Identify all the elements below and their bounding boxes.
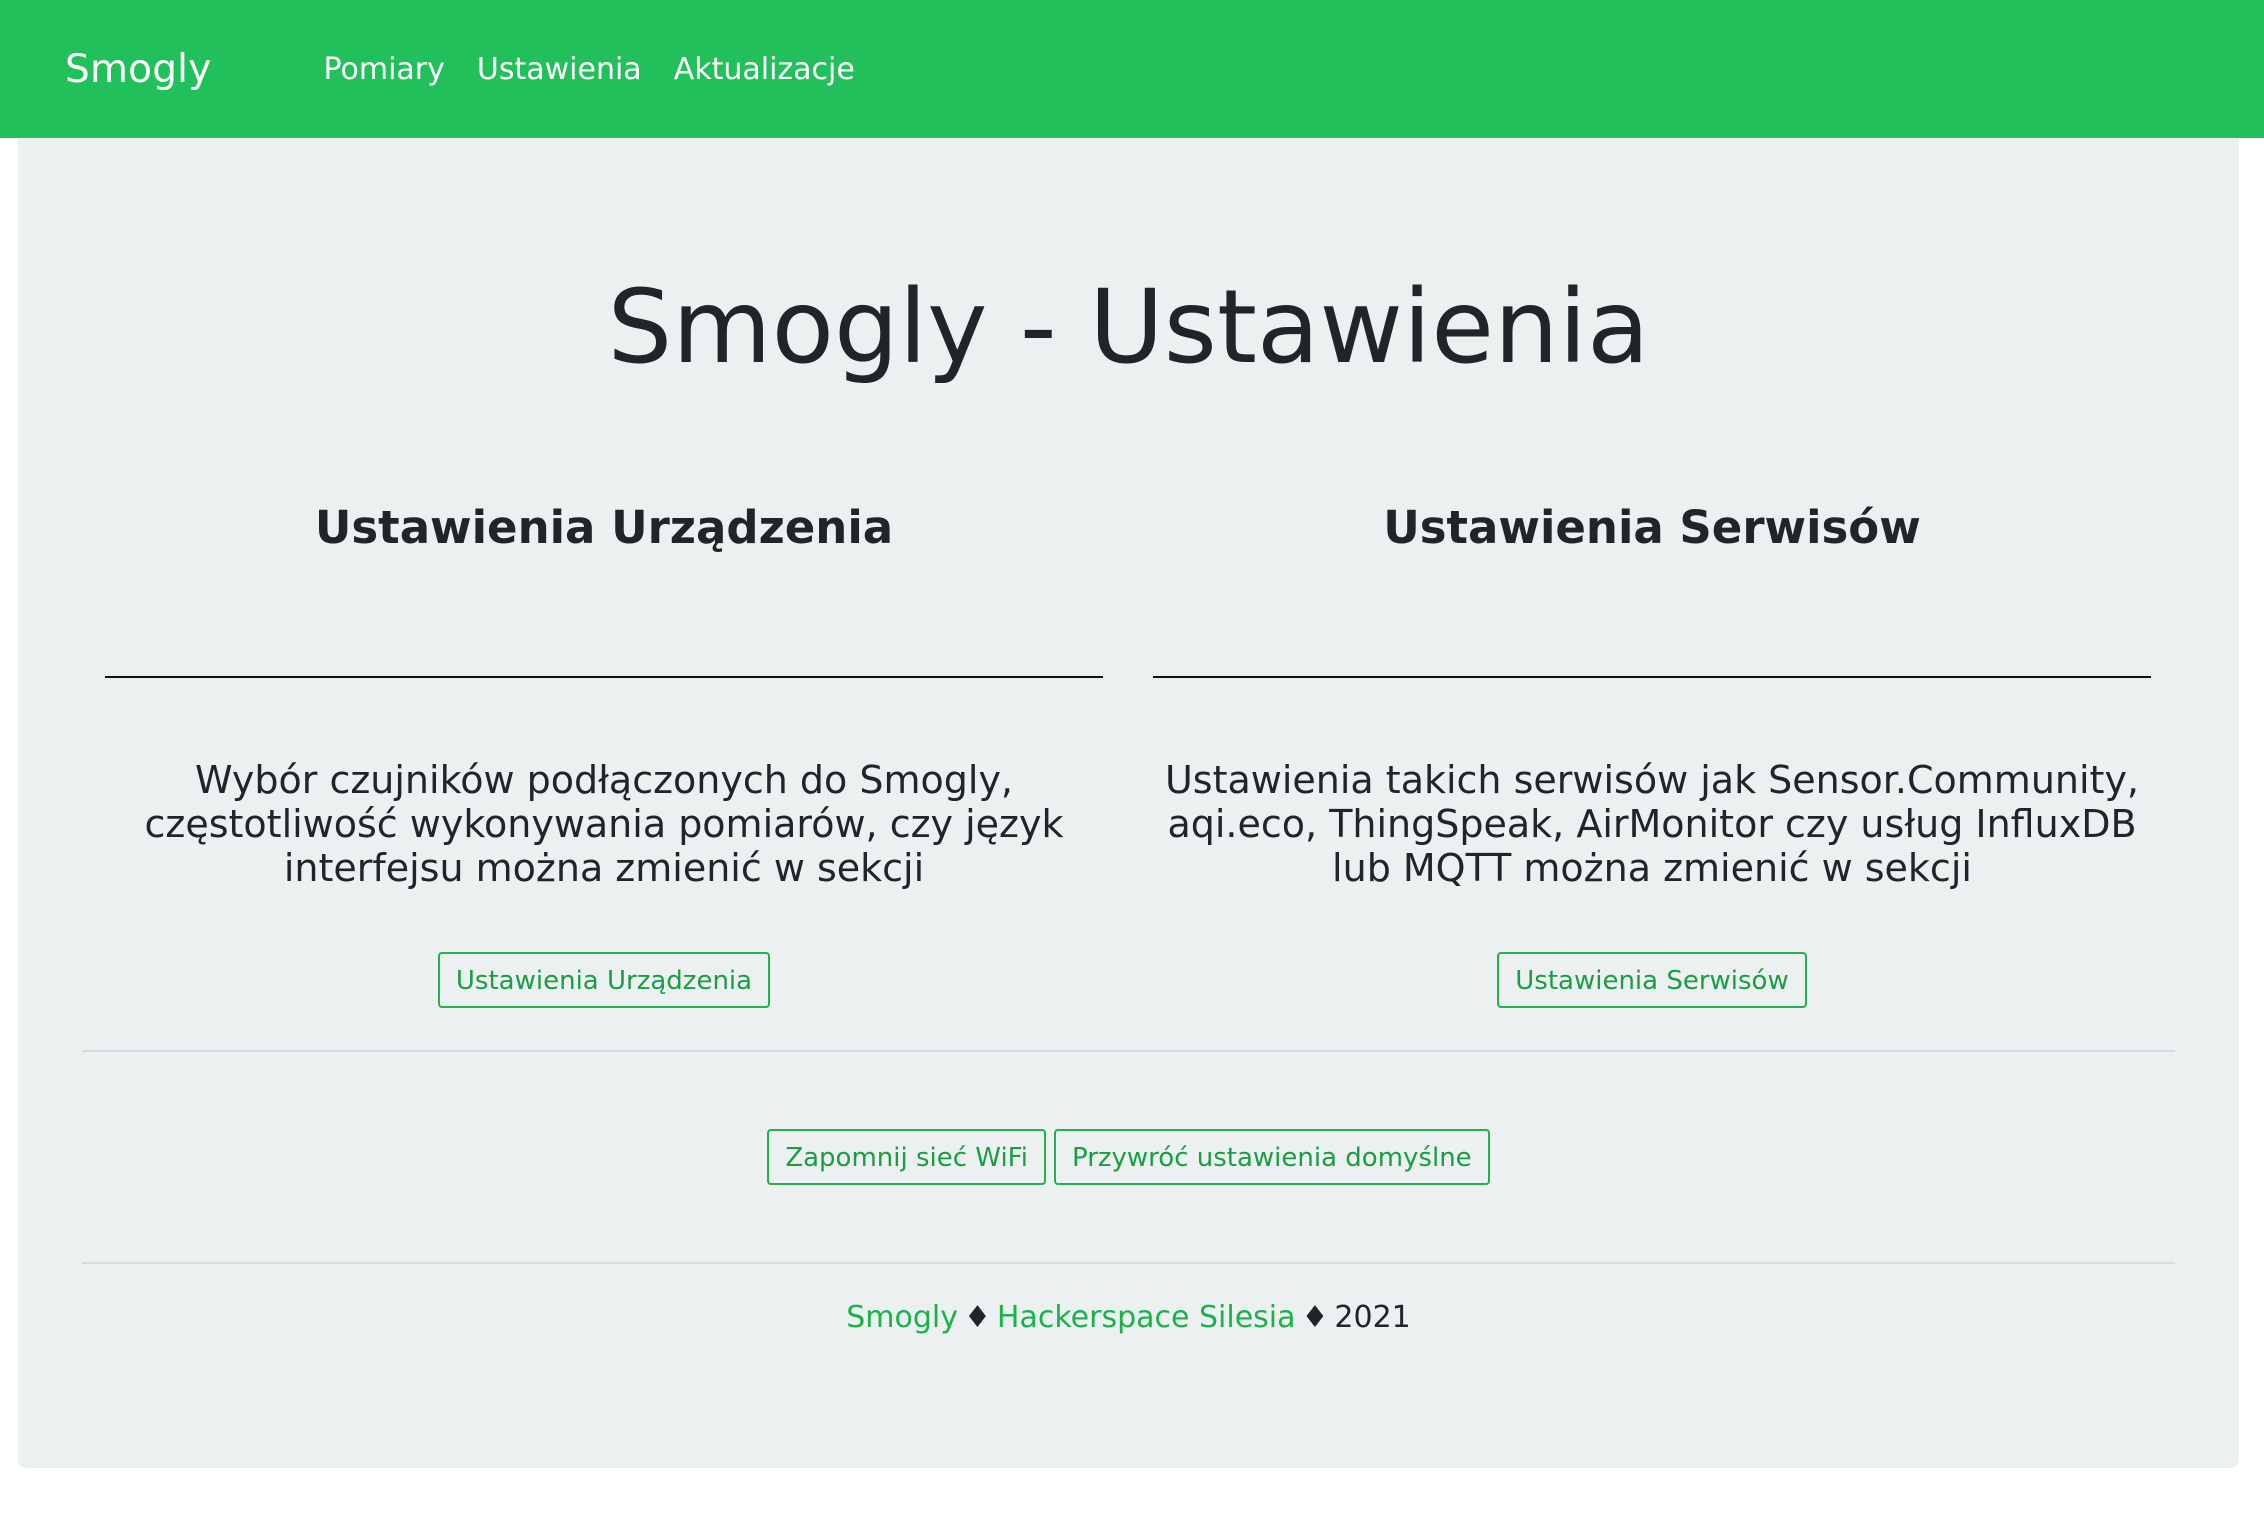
nav-link-aktualizacje[interactable]: Aktualizacje — [674, 52, 855, 87]
top-navbar: Smogly Pomiary Ustawienia Aktualizacje — [0, 0, 2264, 138]
diamond-icon: ♦ — [964, 1300, 991, 1335]
service-settings-column: Ustawienia Serwisów Ustawienia takich se… — [1153, 498, 2151, 1008]
service-settings-divider — [1153, 676, 2151, 678]
service-settings-description: Ustawienia takich serwisów jak Sensor.Co… — [1164, 758, 2140, 890]
page-title: Smogly - Ustawienia — [607, 268, 1650, 387]
service-settings-heading: Ustawienia Serwisów — [1383, 501, 1921, 554]
settings-card: Smogly - Ustawienia Ustawienia Urządzeni… — [18, 138, 2239, 1468]
device-settings-description: Wybór czujników podłączonych do Smogly, … — [144, 758, 1064, 890]
footer-smogly-link[interactable]: Smogly — [846, 1300, 958, 1335]
forget-wifi-button[interactable]: Zapomnij sieć WiFi — [767, 1129, 1046, 1185]
device-settings-column: Ustawienia Urządzenia Wybór czujników po… — [105, 498, 1103, 1008]
nav-link-ustawienia[interactable]: Ustawienia — [477, 52, 642, 87]
footer-divider — [82, 1262, 2175, 1264]
action-buttons: Zapomnij sieć WiFi Przywróć ustawienia d… — [18, 1129, 2239, 1185]
section-divider — [82, 1050, 2175, 1052]
device-settings-heading: Ustawienia Urządzenia — [314, 501, 894, 554]
device-settings-button[interactable]: Ustawienia Urządzenia — [437, 952, 771, 1008]
service-settings-button[interactable]: Ustawienia Serwisów — [1497, 952, 1807, 1008]
diamond-icon: ♦ — [1301, 1300, 1329, 1335]
brand-link[interactable]: Smogly — [65, 47, 211, 92]
footer-year: 2021 — [1334, 1300, 1411, 1335]
nav-link-pomiary[interactable]: Pomiary — [323, 52, 444, 87]
footer: Smogly ♦ Hackerspace Silesia ♦ 2021 — [18, 1298, 2239, 1338]
footer-hackerspace-link[interactable]: Hackerspace Silesia — [997, 1300, 1296, 1335]
device-settings-divider — [105, 676, 1103, 678]
restore-defaults-button[interactable]: Przywróć ustawienia domyślne — [1053, 1129, 1490, 1185]
